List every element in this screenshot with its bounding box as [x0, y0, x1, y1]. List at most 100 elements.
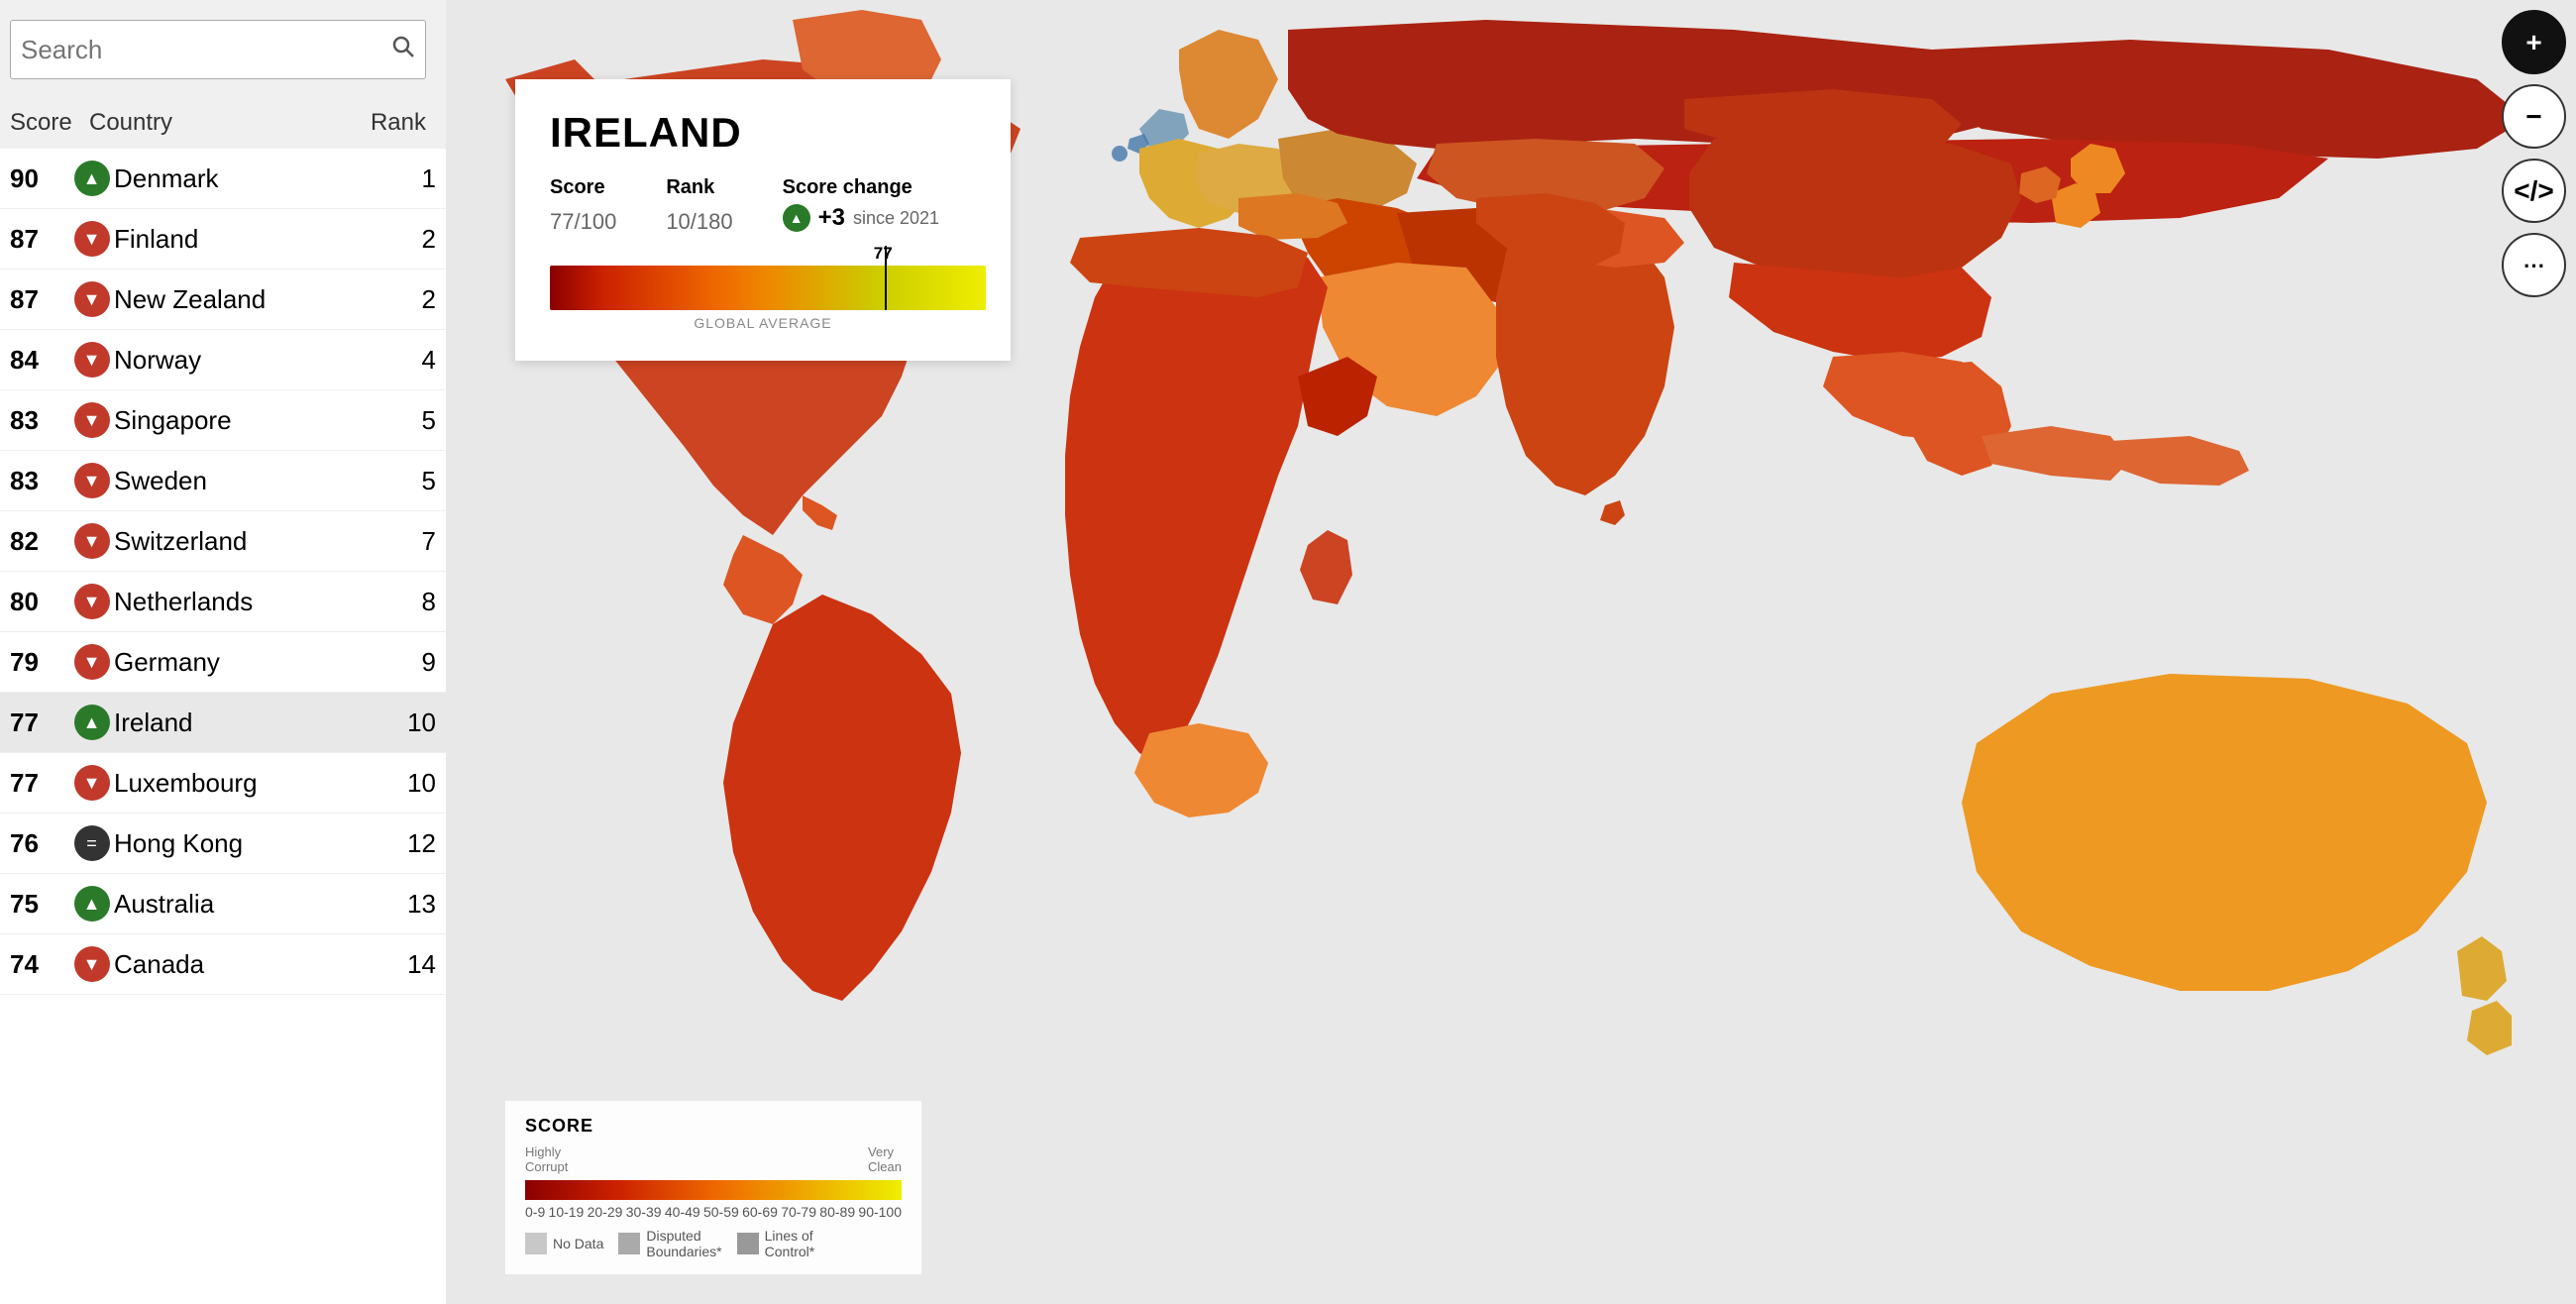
- legend-disputed: DisputedBoundaries*: [618, 1228, 721, 1259]
- table-row[interactable]: 77 ▼ Luxembourg 10: [0, 753, 446, 814]
- legend-label-7: 70-79: [781, 1204, 816, 1220]
- popup-rank-label: Rank: [666, 176, 732, 199]
- row-arrow: ▼: [69, 402, 114, 438]
- ireland-popup: IRELAND Score 77/100 Rank 10/180 Score c…: [515, 79, 1011, 361]
- table-row[interactable]: 77 ▲ Ireland 10: [0, 693, 446, 753]
- row-country: Australia: [114, 889, 367, 920]
- row-score: 80: [10, 587, 69, 617]
- row-rank: 12: [367, 828, 436, 859]
- legend-label-9: 90-100: [858, 1204, 902, 1220]
- popup-rank-block: Rank 10/180: [666, 176, 732, 236]
- disputed-swatch: [618, 1233, 640, 1254]
- col-score: Score: [10, 109, 89, 137]
- arrow-icon: ▼: [74, 463, 110, 498]
- row-country: Finland: [114, 224, 367, 255]
- legend-label-3: 30-39: [626, 1204, 662, 1220]
- row-arrow: ▼: [69, 644, 114, 680]
- popup-change-label: Score change: [783, 176, 939, 199]
- popup-rank-denom: /180: [691, 209, 733, 234]
- row-rank: 7: [367, 526, 436, 557]
- row-arrow: ▲: [69, 886, 114, 922]
- row-arrow: ▼: [69, 946, 114, 982]
- row-arrow: ▼: [69, 463, 114, 498]
- table-row[interactable]: 83 ▼ Sweden 5: [0, 451, 446, 511]
- row-rank: 4: [367, 345, 436, 376]
- legend-no-data: No Data: [525, 1228, 603, 1259]
- row-country: Denmark: [114, 163, 367, 194]
- row-arrow: ▼: [69, 765, 114, 801]
- score-bar: [550, 266, 986, 310]
- arrow-icon: ▼: [74, 221, 110, 257]
- table-row[interactable]: 90 ▲ Denmark 1: [0, 149, 446, 209]
- table-row[interactable]: 76 = Hong Kong 12: [0, 814, 446, 874]
- no-data-swatch: [525, 1233, 547, 1254]
- table-row[interactable]: 79 ▼ Germany 9: [0, 632, 446, 693]
- arrow-icon: ▼: [74, 523, 110, 559]
- legend-label-6: 60-69: [742, 1204, 778, 1220]
- row-score: 87: [10, 224, 69, 255]
- legend-right-label: VeryClean: [868, 1144, 902, 1174]
- row-rank: 13: [367, 889, 436, 920]
- row-score: 77: [10, 768, 69, 799]
- popup-change-block: Score change ▲ +3 since 2021: [783, 176, 939, 236]
- row-rank: 5: [367, 466, 436, 496]
- share-button[interactable]: ⋯: [2502, 233, 2566, 297]
- row-country: Hong Kong: [114, 828, 367, 859]
- arrow-icon: ▼: [74, 281, 110, 317]
- row-arrow: ▼: [69, 523, 114, 559]
- row-score: 74: [10, 949, 69, 980]
- change-arrow-icon: ▲: [783, 204, 810, 232]
- table-row[interactable]: 80 ▼ Netherlands 8: [0, 572, 446, 632]
- table-row[interactable]: 74 ▼ Canada 14: [0, 934, 446, 995]
- row-country: Sweden: [114, 466, 367, 496]
- embed-button[interactable]: </>: [2502, 159, 2566, 223]
- table-row[interactable]: 87 ▼ Finland 2: [0, 209, 446, 270]
- row-arrow: ▼: [69, 281, 114, 317]
- table-row[interactable]: 75 ▲ Australia 13: [0, 874, 446, 934]
- row-country: Netherlands: [114, 587, 367, 617]
- table-row[interactable]: 82 ▼ Switzerland 7: [0, 511, 446, 572]
- score-bar-line-marker: [885, 246, 887, 310]
- search-input[interactable]: [21, 35, 391, 65]
- legend-extremes: HighlyCorrupt VeryClean: [525, 1144, 902, 1174]
- row-country: Ireland: [114, 707, 367, 738]
- row-score: 87: [10, 284, 69, 315]
- popup-score-num: 77: [550, 209, 574, 234]
- legend-title: SCORE: [525, 1116, 902, 1137]
- legend-label-2: 20-29: [588, 1204, 623, 1220]
- legend-label-0: 0-9: [525, 1204, 545, 1220]
- country-table[interactable]: 90 ▲ Denmark 1 87 ▼ Finland 2 87 ▼ New Z…: [0, 149, 446, 1304]
- score-bar-marker: 77: [874, 244, 893, 264]
- row-rank: 14: [367, 949, 436, 980]
- legend-left-label: HighlyCorrupt: [525, 1144, 568, 1174]
- table-row[interactable]: 84 ▼ Norway 4: [0, 330, 446, 390]
- arrow-icon: ▲: [74, 705, 110, 740]
- search-button[interactable]: [391, 35, 415, 64]
- arrow-icon: ▼: [74, 765, 110, 801]
- row-rank: 2: [367, 284, 436, 315]
- row-country: Canada: [114, 949, 367, 980]
- popup-score-label: Score: [550, 176, 616, 199]
- disputed-label: DisputedBoundaries*: [646, 1228, 721, 1259]
- table-row[interactable]: 87 ▼ New Zealand 2: [0, 270, 446, 330]
- arrow-icon: ▼: [74, 946, 110, 982]
- table-row[interactable]: 83 ▼ Singapore 5: [0, 390, 446, 451]
- map-area[interactable]: IRELAND Score 77/100 Rank 10/180 Score c…: [446, 0, 2576, 1304]
- legend-label-1: 10-19: [549, 1204, 585, 1220]
- popup-score-denom: /100: [574, 209, 616, 234]
- zoom-out-button[interactable]: −: [2502, 84, 2566, 149]
- popup-score-value: 77/100: [550, 204, 616, 236]
- row-score: 84: [10, 345, 69, 376]
- row-score: 79: [10, 647, 69, 678]
- arrow-icon: ▼: [74, 342, 110, 378]
- popup-country-name: IRELAND: [550, 109, 976, 157]
- legend-bar-row: [525, 1180, 902, 1200]
- col-rank: Rank: [367, 109, 446, 137]
- table-header: Score Country Rank: [10, 99, 446, 147]
- row-country: Singapore: [114, 405, 367, 436]
- legend-lines-of: Lines ofControl*: [737, 1228, 815, 1259]
- row-country: Germany: [114, 647, 367, 678]
- row-score: 75: [10, 889, 69, 920]
- zoom-in-button[interactable]: +: [2502, 10, 2566, 74]
- row-rank: 9: [367, 647, 436, 678]
